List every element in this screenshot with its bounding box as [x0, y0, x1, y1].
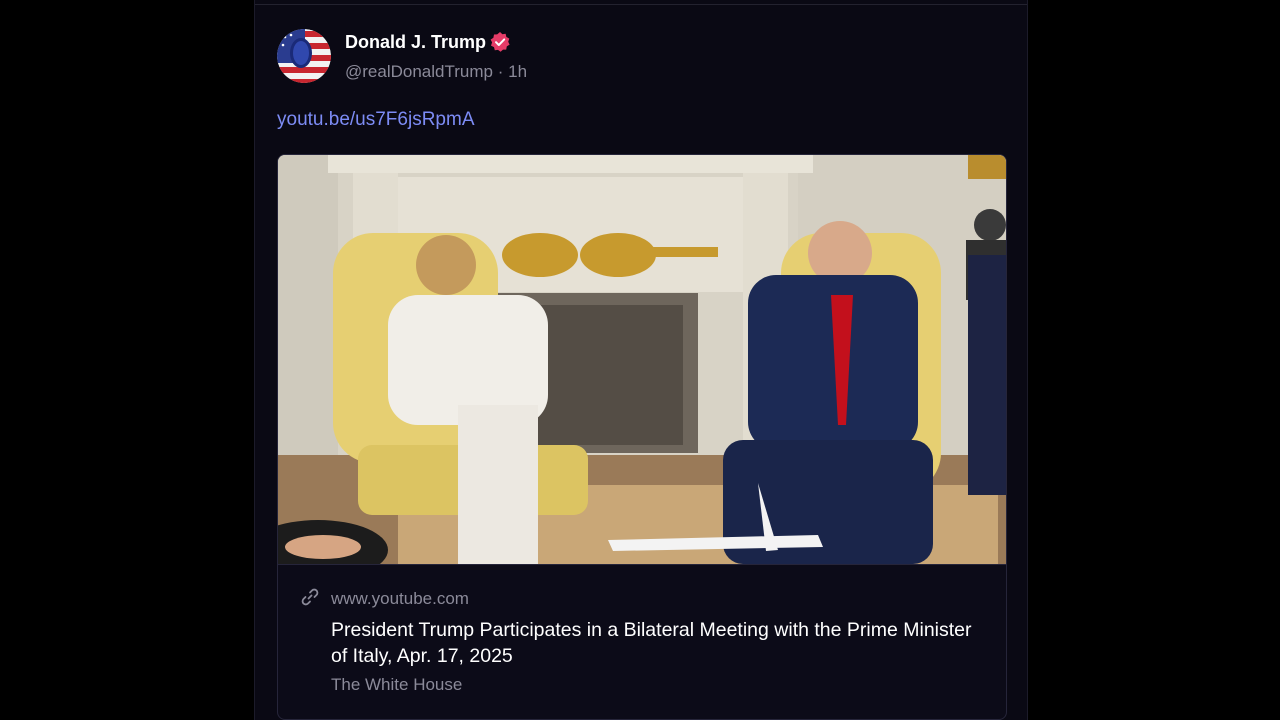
- chain-link-icon: [301, 588, 319, 606]
- author-meta: @realDonaldTrump · 1h: [345, 62, 527, 82]
- author-name[interactable]: Donald J. Trump: [345, 31, 486, 53]
- card-title[interactable]: President Trump Participates in a Bilate…: [331, 617, 981, 669]
- post-column: Donald J. Trump @realDonaldTrump · 1h yo…: [254, 0, 1028, 720]
- divider: [255, 4, 1027, 5]
- link-preview-card[interactable]: www.youtube.com President Trump Particip…: [277, 154, 1007, 720]
- page: Donald J. Trump @realDonaldTrump · 1h yo…: [0, 0, 1280, 720]
- author-handle[interactable]: @realDonaldTrump: [345, 62, 493, 81]
- post-link[interactable]: youtu.be/us7F6jsRpmA: [277, 108, 475, 132]
- meta-separator: ·: [497, 62, 504, 81]
- author-avatar[interactable]: [277, 29, 331, 83]
- video-thumbnail[interactable]: [278, 155, 1006, 564]
- post-timestamp[interactable]: 1h: [508, 62, 527, 81]
- flag-portrait-avatar-icon: [277, 29, 331, 83]
- verified-badge-icon: [490, 32, 510, 52]
- card-source: The White House: [331, 675, 463, 694]
- card-domain: www.youtube.com: [331, 589, 469, 608]
- card-footer: www.youtube.com President Trump Particip…: [278, 564, 1006, 719]
